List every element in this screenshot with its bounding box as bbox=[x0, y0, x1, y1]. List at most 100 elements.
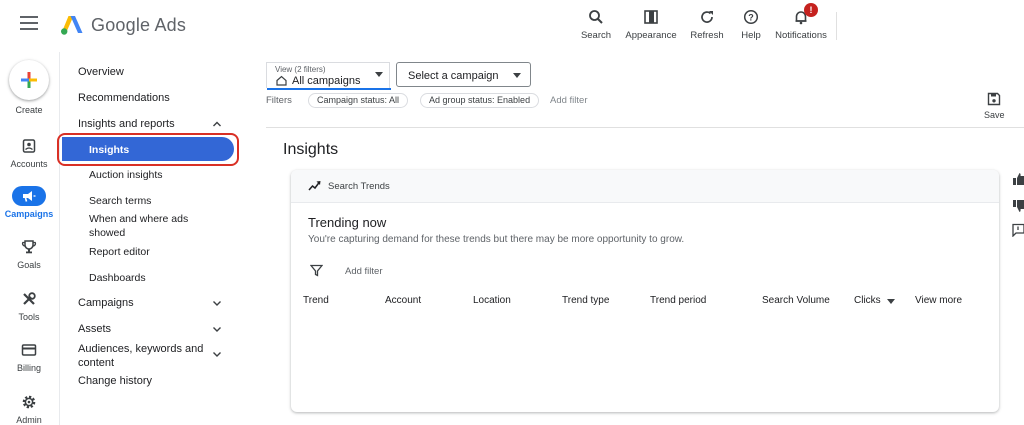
campaigns-icon bbox=[23, 191, 36, 202]
sort-down-icon[interactable] bbox=[887, 299, 895, 304]
nav-item-change-history[interactable]: Change history bbox=[78, 375, 152, 387]
nav-item-overview[interactable]: Overview bbox=[78, 66, 124, 78]
trending-now-title: Trending now bbox=[308, 215, 387, 230]
save-label: Save bbox=[984, 110, 1005, 120]
campaign-select[interactable]: Select a campaign bbox=[396, 62, 531, 87]
column-header-location[interactable]: Location bbox=[473, 295, 511, 306]
rail-label-billing: Billing bbox=[16, 363, 41, 373]
filter-chip-ad-group-status[interactable]: Ad group status: Enabled bbox=[420, 93, 540, 108]
highlight-outline bbox=[57, 133, 239, 166]
refresh-icon bbox=[701, 11, 713, 23]
rail-item-accounts[interactable]: Accounts bbox=[0, 136, 58, 169]
rail-label-accounts: Accounts bbox=[10, 159, 48, 169]
create-label-wrap: Create bbox=[0, 102, 58, 115]
accounts-icon bbox=[22, 139, 36, 153]
nav-item-assets[interactable]: Assets bbox=[78, 323, 111, 335]
nav-item-audiences[interactable]: Audiences, keywords and content bbox=[78, 342, 203, 370]
nav-label-when-where-2: showed bbox=[89, 227, 126, 239]
card-add-filter[interactable]: Add filter bbox=[345, 266, 383, 277]
refresh-label: Refresh bbox=[690, 30, 724, 41]
view-value: All campaigns bbox=[292, 75, 361, 87]
help-label: Help bbox=[741, 30, 761, 41]
nav-item-report-editor[interactable]: Report editor bbox=[89, 245, 150, 259]
view-caption: View (2 filters) bbox=[275, 65, 326, 74]
nav-label-audiences-1: Audiences, keywords and bbox=[78, 343, 204, 355]
nav-item-campaigns[interactable]: Campaigns bbox=[78, 297, 134, 309]
save-icon bbox=[988, 92, 1001, 106]
column-header-search-volume[interactable]: Search Volume bbox=[762, 295, 830, 306]
nav-item-recommendations[interactable]: Recommendations bbox=[78, 92, 170, 104]
caret-down-icon bbox=[375, 72, 383, 77]
nav-item-search-terms[interactable]: Search terms bbox=[89, 194, 151, 208]
column-header-trend-type[interactable]: Trend type bbox=[562, 295, 609, 306]
card-header: Search Trends bbox=[291, 170, 999, 203]
top-divider bbox=[836, 12, 837, 40]
rail-item-campaigns[interactable]: Campaigns bbox=[0, 186, 58, 219]
caret-down-icon bbox=[513, 73, 521, 78]
chevron-down-icon[interactable] bbox=[212, 324, 222, 334]
chevron-down-icon[interactable] bbox=[212, 298, 222, 308]
left-rail: Create Accounts Campaigns Goals Tools Bi… bbox=[0, 52, 60, 425]
nav-label-insights: Insights bbox=[89, 144, 130, 156]
chevron-up-icon[interactable] bbox=[212, 119, 222, 129]
rail-item-goals[interactable]: Goals bbox=[0, 237, 58, 270]
appearance-button[interactable]: Appearance bbox=[625, 6, 677, 41]
card-header-label: Search Trends bbox=[328, 181, 390, 192]
trophy-icon bbox=[21, 240, 37, 254]
nav-item-insights-and-reports[interactable]: Insights and reports bbox=[78, 118, 175, 130]
help-button[interactable]: ? Help bbox=[737, 6, 765, 41]
rail-label-tools: Tools bbox=[18, 312, 40, 322]
gear-icon bbox=[22, 395, 36, 409]
column-header-clicks[interactable]: Clicks bbox=[854, 295, 881, 306]
svg-text:?: ? bbox=[748, 13, 754, 23]
plus-icon bbox=[21, 72, 37, 88]
rail-label-goals: Goals bbox=[17, 260, 41, 270]
add-filter-link[interactable]: Add filter bbox=[550, 95, 588, 106]
help-icon: ? bbox=[743, 9, 759, 25]
rail-item-admin[interactable]: Admin bbox=[0, 392, 58, 425]
refresh-button[interactable]: Refresh bbox=[689, 6, 725, 41]
notifications-label: Notifications bbox=[775, 30, 827, 41]
create-button[interactable] bbox=[9, 60, 49, 100]
appearance-icon bbox=[644, 10, 658, 24]
column-header-trend[interactable]: Trend bbox=[303, 295, 329, 306]
brand-name: Google Ads bbox=[91, 15, 187, 35]
google-ads-logo[interactable] bbox=[60, 14, 84, 36]
credit-card-icon bbox=[21, 344, 37, 356]
view-dropdown[interactable]: View (2 filters) All campaigns bbox=[266, 62, 391, 90]
thumbs-down-icon[interactable] bbox=[1012, 199, 1024, 213]
column-header-trend-period[interactable]: Trend period bbox=[650, 295, 706, 306]
campaign-select-value: Select a campaign bbox=[408, 70, 499, 82]
divider bbox=[266, 127, 1024, 128]
column-header-view-more[interactable]: View more bbox=[915, 295, 962, 306]
search-icon bbox=[589, 10, 603, 24]
notifications-button[interactable]: ! Notifications bbox=[773, 3, 829, 41]
create-label: Create bbox=[15, 105, 43, 115]
main-content: View (2 filters) All campaigns Select a … bbox=[266, 52, 1024, 425]
tools-icon bbox=[23, 292, 36, 305]
rail-label-admin: Admin bbox=[16, 415, 42, 425]
trending-now-subtitle: You're capturing demand for these trends… bbox=[308, 234, 685, 245]
feedback-icon[interactable] bbox=[1012, 223, 1024, 237]
nav-item-auction-insights[interactable]: Auction insights bbox=[89, 168, 163, 182]
top-bar: Google Ads Search Appearance Refresh ? H… bbox=[0, 0, 1024, 52]
menu-icon[interactable] bbox=[20, 16, 38, 32]
nav-label-audiences-2: content bbox=[78, 357, 115, 369]
filter-chip-campaign-status[interactable]: Campaign status: All bbox=[308, 93, 409, 108]
rail-item-tools[interactable]: Tools bbox=[0, 289, 58, 322]
rail-item-billing[interactable]: Billing bbox=[0, 340, 58, 373]
thumbs-up-icon[interactable] bbox=[1012, 172, 1024, 186]
column-header-account[interactable]: Account bbox=[385, 295, 421, 306]
nav-item-dashboards[interactable]: Dashboards bbox=[89, 271, 146, 285]
chevron-down-icon[interactable] bbox=[212, 349, 222, 359]
nav-label-when-where-1: When and where ads bbox=[89, 213, 189, 225]
save-button[interactable]: Save bbox=[984, 92, 1005, 120]
view-underline bbox=[267, 88, 391, 90]
notification-badge: ! bbox=[804, 3, 818, 17]
nav-panel: Overview Recommendations Insights and re… bbox=[57, 52, 240, 425]
filter-icon[interactable] bbox=[310, 264, 323, 277]
search-trends-card: Search Trends Trending now You're captur… bbox=[291, 170, 999, 412]
search-label: Search bbox=[580, 30, 612, 41]
search-button[interactable]: Search bbox=[578, 6, 614, 41]
nav-item-when-where-ads[interactable]: When and where ads showed bbox=[89, 212, 188, 240]
